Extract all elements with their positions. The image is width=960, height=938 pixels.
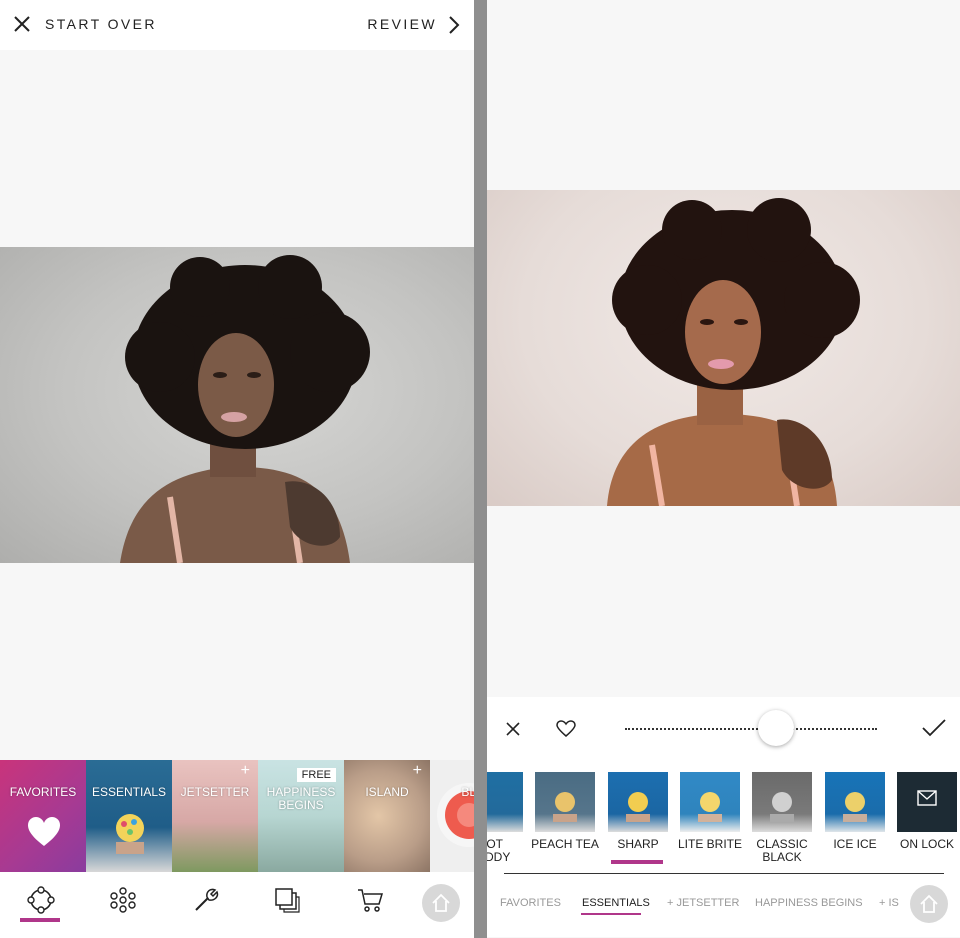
home-icon [432,893,450,912]
donut-thumbnail [698,792,722,822]
filter-label-text: IOT ODDY [487,837,511,864]
right-panel: IOT ODDY PEACH TEA SHARP LITE BRITE [487,0,960,938]
heart-outline-icon[interactable] [556,720,576,738]
bottom-nav [0,872,474,938]
left-panel: START OVER REVIEW FAVORITES ESSENTIALS +… [0,0,474,938]
intensity-slider-knob[interactable] [758,710,795,746]
tab-island[interactable]: + IS [879,897,899,909]
filter-thumb[interactable] [680,772,740,832]
pack-add-icon[interactable]: + [413,762,422,780]
tab-favorites[interactable]: FAVORITES [500,897,561,909]
pack-jetsetter[interactable]: + JETSETTER [172,760,258,872]
filter-label: ICE ICE [833,837,877,851]
intensity-slider-track[interactable] [625,728,877,730]
pack-label: ISLAND [365,785,409,799]
filter-label: LITE BRITE [677,837,742,851]
portrait-image-filtered [607,198,860,506]
filter-label: PEACH TEA [531,837,599,851]
free-badge: FREE [296,768,336,782]
filters-icon[interactable] [27,886,55,914]
donut-thumbnail [843,792,867,822]
filter-label: ON LOCK [899,837,954,851]
filter-thumbnails[interactable]: IOT ODDY PEACH TEA SHARP LITE BRITE [487,772,960,864]
filter-thumb[interactable] [487,772,523,832]
filter-label-selected: SHARP [617,837,659,851]
filter-thumb[interactable] [752,772,812,832]
pack-label: FAVORITES [9,785,77,799]
envelope-icon [917,790,937,806]
filter-thumb[interactable] [825,772,885,832]
donut-thumbnail [626,792,650,822]
review-button[interactable]: REVIEW [367,16,437,32]
original-photo [0,247,474,563]
close-icon[interactable] [505,721,521,737]
portrait-image [120,255,370,563]
pack-label: JETSETTER [180,785,250,799]
pack-label: BLU [461,785,474,799]
selected-filter-indicator [611,860,663,864]
layers-icon[interactable] [273,886,301,914]
donut-thumbnail [116,814,144,854]
home-button[interactable] [910,885,948,923]
filter-thumb[interactable] [608,772,668,832]
start-over-button[interactable]: START OVER [45,16,157,32]
pack-essentials[interactable]: ESSENTIALS [86,760,172,872]
pack-add-icon[interactable]: + [241,762,250,780]
tools-icon[interactable] [192,886,220,914]
divider [504,873,944,874]
checkmark-icon[interactable] [921,718,947,738]
filter-thumb[interactable] [535,772,595,832]
top-bar: START OVER REVIEW [0,0,474,50]
filter-packs-strip[interactable]: FAVORITES ESSENTIALS + JETSETTER FREE HA… [0,760,474,872]
filtered-photo [487,190,960,506]
home-button[interactable] [422,884,460,922]
category-tabs[interactable]: FAVORITES ESSENTIALS + JETSETTER HAPPINE… [487,895,960,915]
donut-thumbnail [770,792,794,822]
cart-icon[interactable] [356,886,384,914]
filter-label: CLASSIC BLACK [756,837,808,864]
effects-icon[interactable] [109,886,137,914]
active-tab-indicator [20,918,60,922]
donut-thumbnail [553,792,577,822]
tab-jetsetter[interactable]: + JETSETTER [667,897,739,909]
active-category-indicator [581,913,641,915]
chevron-right-icon[interactable] [448,15,460,35]
close-icon[interactable] [12,14,32,34]
heart-icon [28,817,60,846]
tab-happiness-begins[interactable]: HAPPINESS BEGINS [755,897,863,909]
pack-label: ESSENTIALS [91,785,167,799]
pack-favorites[interactable]: FAVORITES [0,760,86,872]
tab-essentials[interactable]: ESSENTIALS [582,897,650,909]
pack-blu[interactable]: BLU [430,760,474,872]
pack-island[interactable]: + ISLAND [344,760,430,872]
home-icon [920,894,938,913]
filter-thumb-locked[interactable] [897,772,957,832]
pack-happiness-begins[interactable]: FREE HAPPINESS BEGINS [258,760,344,872]
pack-label: HAPPINESS BEGINS [266,785,336,812]
